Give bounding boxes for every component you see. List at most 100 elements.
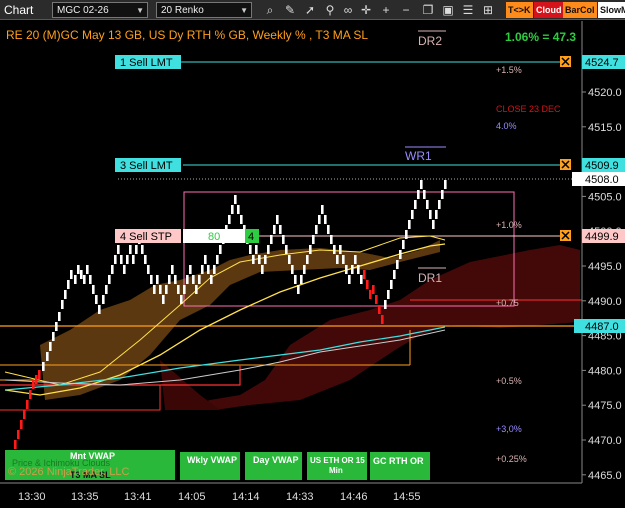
tab-icon[interactable]: ⊞ [480, 2, 496, 18]
renko-brick [306, 255, 309, 264]
renko-brick [354, 255, 357, 264]
footer-line-1: US ETH OR 15 [310, 456, 365, 465]
pin-icon[interactable]: ⚲ [322, 2, 338, 18]
renko-brick [135, 245, 138, 254]
renko-brick [315, 225, 318, 234]
renko-brick [32, 380, 35, 389]
renko-brick [429, 210, 432, 219]
renko-brick [438, 200, 441, 209]
cancel-order-4[interactable] [560, 230, 571, 241]
close-label: CLOSE 23 DEC [496, 104, 561, 114]
cursor-icon[interactable]: ➚ [302, 2, 318, 18]
renko-brick [117, 245, 120, 254]
renko-brick [165, 285, 168, 294]
price-marker-4524: 4524.7 [582, 55, 625, 69]
renko-brick [105, 285, 108, 294]
footer-button-gc-rth-or[interactable]: GC RTH OR [370, 452, 430, 480]
barcol-button[interactable]: BarCol [563, 2, 597, 18]
renko-brick [321, 205, 324, 214]
renko-brick [26, 400, 29, 409]
renko-brick [213, 265, 216, 274]
renko-brick [414, 200, 417, 209]
bar-type-selector[interactable]: 20 Renko ▼ [156, 2, 252, 18]
renko-brick [74, 275, 77, 284]
renko-brick [417, 190, 420, 199]
renko-brick [192, 275, 195, 284]
time-tick-label: 14:33 [286, 491, 314, 503]
renko-brick [273, 225, 276, 234]
renko-brick [159, 285, 162, 294]
price-marker-4509: 4509.9 [582, 158, 625, 172]
copy-icon[interactable]: ❐ [420, 2, 436, 18]
renko-brick [95, 295, 98, 304]
copyright: © 2026 NinjaTrader, LLC [8, 466, 129, 478]
renko-brick [156, 275, 159, 284]
price-tick-label: 4465.0 [588, 470, 622, 482]
renko-brick [35, 375, 38, 384]
pct-level-05: +0.5% [496, 376, 522, 386]
order-label-3[interactable]: 3 Sell LMT [115, 158, 181, 172]
renko-brick [381, 315, 384, 324]
plus-icon[interactable]: + [378, 2, 394, 18]
renko-brick [114, 255, 117, 264]
footer-line-2: Min [329, 466, 343, 475]
renko-brick [345, 265, 348, 274]
magnifier-icon[interactable]: ⌕ [262, 2, 278, 18]
renko-brick [126, 255, 129, 264]
wr1-label: WR1 [405, 149, 432, 163]
price-chart[interactable]: 1 Sell LMT 3 Sell LMT 4 Sell STP 80 4 RE… [0, 21, 625, 508]
order-label-text: 4 Sell STP [120, 231, 172, 243]
crosshair-icon[interactable]: ✛ [358, 2, 374, 18]
pencil-icon[interactable]: ✎ [282, 2, 298, 18]
renko-brick [171, 265, 174, 274]
renko-brick [411, 210, 414, 219]
time-axis[interactable]: 13:30 13:35 13:41 14:05 14:14 14:33 14:46 14:55 [18, 491, 421, 503]
renko-brick [150, 275, 153, 284]
pct-change: 1.06% = 47.3 [505, 30, 576, 44]
renko-brick [153, 285, 156, 294]
renko-brick [23, 410, 26, 419]
renko-brick [77, 265, 80, 274]
slowma-button[interactable]: SlowM [598, 2, 625, 18]
footer-button-day-vwap[interactable]: Day VWAP [245, 452, 302, 480]
last-price-marker: 4508.0 [572, 172, 625, 186]
renko-brick [204, 255, 207, 264]
minus-icon[interactable]: − [398, 2, 414, 18]
bar-type-value: 20 Renko [161, 5, 204, 16]
time-tick-label: 13:30 [18, 491, 46, 503]
renko-brick [333, 245, 336, 254]
price-tick-label: 4495.0 [588, 261, 622, 273]
order-label-1[interactable]: 1 Sell LMT [115, 55, 181, 69]
order-label-4[interactable]: 4 Sell STP 80 4 [115, 229, 259, 243]
footer-button-us-eth-or[interactable]: US ETH OR 15 Min [307, 452, 367, 480]
renko-brick [339, 245, 342, 254]
tk-button[interactable]: T<>K [506, 2, 533, 18]
cancel-order-3[interactable] [560, 159, 571, 170]
pct-level-025: +0.25% [496, 454, 527, 464]
renko-brick [237, 205, 240, 214]
renko-brick [324, 215, 327, 224]
footer-button-wkly-vwap[interactable]: Wkly VWAP [180, 452, 240, 480]
cloud-button[interactable]: Cloud [534, 2, 564, 18]
cancel-order-1[interactable] [560, 56, 571, 67]
renko-brick [336, 255, 339, 264]
dr2-label: DR2 [418, 34, 442, 48]
screenshot-icon[interactable]: ▣ [440, 2, 456, 18]
link-icon[interactable]: ∞ [340, 2, 356, 18]
chart-info: RE 20 (M)GC May 13 GB, US Dy RTH % GB, W… [6, 28, 368, 42]
price-axis[interactable]: 4520.04515.04510.04505.04500.04495.04490… [581, 21, 622, 483]
renko-brick [219, 245, 222, 254]
renko-brick [384, 300, 387, 309]
renko-brick [64, 290, 67, 299]
renko-brick [147, 265, 150, 274]
instrument-selector[interactable]: MGC 02-26 ▼ [52, 2, 148, 18]
svg-text:4524.7: 4524.7 [585, 57, 619, 69]
pct-level-30: +3,0% [496, 424, 522, 434]
time-tick-label: 14:05 [178, 491, 206, 503]
renko-brick [123, 265, 126, 274]
price-tick-label: 4490.0 [588, 296, 622, 308]
renko-brick [327, 225, 330, 234]
time-tick-label: 13:35 [71, 491, 99, 503]
properties-icon[interactable]: ☰ [460, 2, 476, 18]
renko-brick [129, 245, 132, 254]
